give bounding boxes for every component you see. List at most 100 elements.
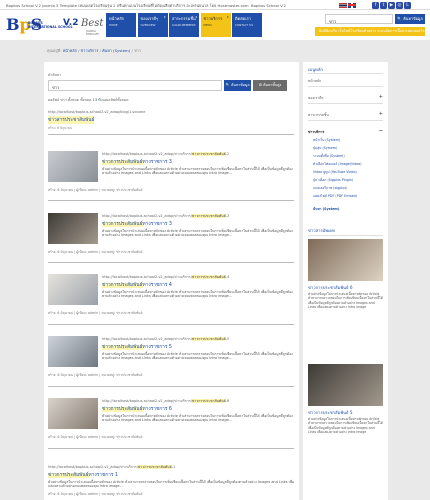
- result-meta: สร้าง: 6 มิถุนายน | ผู้เขียน: admin | หม…: [48, 373, 143, 377]
- english-flag-icon[interactable]: [348, 2, 356, 8]
- nav-item-members[interactable]: สาระกรรมชิ้น LOGIN MEMBERS ▾: [169, 13, 199, 37]
- minus-icon[interactable]: −: [379, 128, 383, 134]
- result-thumbnail[interactable]: [48, 336, 98, 367]
- result-date: สร้าง: 6 มิถุนายน: [48, 126, 73, 130]
- facebook-icon[interactable]: f: [372, 2, 379, 9]
- sidebar-subitem[interactable]: แกลเลอรี่ภาพ (sigplus): [313, 186, 383, 190]
- divider: [308, 103, 383, 104]
- sidebar-item-home[interactable]: หน้าหลัก: [308, 78, 383, 84]
- result-title[interactable]: ข่าวสารประชาสัมพันธ์: [48, 116, 95, 124]
- chevron-down-icon: ▾: [226, 15, 229, 19]
- line-icon[interactable]: L: [404, 2, 411, 9]
- news-card-image[interactable]: [308, 239, 383, 281]
- result-url[interactable]: http://localhost/bopbus-school2-v2_adap/…: [48, 464, 294, 470]
- language-switcher: [339, 2, 357, 9]
- sidebar-subitem[interactable]: ปุ่ม บล็อก (Sigplus Plugin): [313, 178, 383, 182]
- result-thumbnail[interactable]: [48, 398, 98, 429]
- result-item: http://localhost/bopbus-school2-v2_adap/…: [48, 274, 294, 321]
- result-description: ตัวอย่างข้อมูลในการนำเสนอเนื้อหาหลักของ …: [48, 480, 295, 489]
- search-label: คำค้นหา: [48, 73, 62, 77]
- result-item: http://localhost/bopbus-school2-v2_adap/…: [48, 464, 294, 497]
- sidebar-subitem-active[interactable]: ค้นหา (System): [313, 207, 383, 211]
- sidebar-subitem[interactable]: ตัวเลือกโฟลเดอร์ (Image/Video): [313, 162, 383, 166]
- result-url[interactable]: http://localhost/bopbus-school2-v2_adap/…: [48, 110, 288, 114]
- result-item: http://localhost/bopbus-school2-v2_adap/…: [48, 336, 294, 383]
- search-input[interactable]: ข่าว: [48, 80, 222, 91]
- youtube-icon[interactable]: ▶: [388, 2, 395, 9]
- social-links: f t ▶ ◎ L: [372, 2, 412, 9]
- plus-icon[interactable]: +: [379, 94, 383, 100]
- result-meta: สร้าง: 6 มิถุนายน | ผู้เขียน: admin | หม…: [48, 311, 143, 315]
- divider: [48, 200, 294, 201]
- result-url[interactable]: http://localhost/bopbus-school2-v2_adap/…: [102, 398, 294, 404]
- sidebar-news-heading: ข่าวสารอัพเดท: [308, 228, 335, 233]
- header-search-button[interactable]: 🔍 ค้นหาข้อมูล: [395, 14, 425, 24]
- result-meta: สร้าง: 6 มิถุนายน | ผู้เขียน: admin | หม…: [48, 250, 143, 254]
- result-thumbnail[interactable]: [48, 151, 98, 182]
- nav-item-overview[interactable]: ของเราดีๆ OVERVIEW ▾: [137, 13, 168, 37]
- page: Bopbus School V.2 Joomla 5 Template เทมเ…: [0, 0, 430, 500]
- sidebar-item-members[interactable]: สาระกรรมชิ้น +: [308, 111, 383, 118]
- result-title[interactable]: ข่าวการประสัมพันธ์ทางราชการ 1: [48, 471, 294, 479]
- divider: [48, 262, 294, 263]
- sidebar-subitem[interactable]: ระบบตั้งชื่อ (System): [313, 154, 383, 158]
- result-thumbnail[interactable]: [48, 274, 98, 305]
- result-title[interactable]: ข่าวการประสัมพันธ์ทางราชการ 3: [102, 158, 294, 166]
- sidebar-item-overview[interactable]: ของเราดีๆ +: [308, 94, 383, 101]
- divider: [308, 235, 383, 236]
- thai-flag-icon[interactable]: [339, 2, 347, 8]
- result-url[interactable]: http://localhost/bopbus-school2-v2_adap/…: [102, 213, 294, 219]
- result-description: ตัวอย่างข้อมูลในการนำเสนอเนื้อหาหลักของ …: [102, 414, 293, 423]
- result-title[interactable]: ข่าวการประสัมพันธ์ทางราชการ 3: [102, 220, 294, 228]
- result-description: ตัวอย่างข้อมูลในการนำเสนอเนื้อหาหลักของ …: [102, 167, 293, 176]
- news-card-title[interactable]: ข่าวการประชาสัมพันธ์ 5: [308, 409, 383, 416]
- breadcrumb-search[interactable]: ค้นหา (System): [102, 48, 130, 53]
- logo-version: V.2: [63, 18, 79, 28]
- breadcrumb-current: ข่าว: [133, 48, 141, 53]
- news-card-description: ตัวอย่างข้อมูลในการนำเสนอเนื้อหาหลักของ …: [308, 292, 383, 309]
- advanced-search-button[interactable]: ⚙ ค้นหาขั้นสูง: [253, 80, 287, 91]
- divider: [48, 448, 294, 449]
- result-url[interactable]: http://localhost/bopbus-school2-v2_adap/…: [102, 274, 294, 280]
- sidebar-subitem[interactable]: แสดงไฟล์ PDF (PDF Embed): [313, 194, 383, 198]
- news-card-title[interactable]: ข่าวการประชาสัมพันธ์ 6: [308, 284, 383, 291]
- news-card-description: ตัวอย่างข้อมูลในการนำเสนอเนื้อหาหลักของ …: [308, 417, 383, 434]
- breadcrumb-news[interactable]: ข่าวบริการ: [81, 48, 99, 53]
- result-item: http://localhost/bopbus-school2-v2_adap/…: [48, 213, 294, 260]
- sidebar-subitem[interactable]: หน้าเว็บ (System): [313, 138, 383, 142]
- divider: [48, 386, 294, 387]
- result-thumbnail[interactable]: [48, 213, 98, 244]
- top-bar-site[interactable]: Bopbus School V.2: [251, 3, 286, 8]
- chevron-down-icon: ▾: [195, 15, 197, 19]
- result-title[interactable]: ข่าวการประสัมพันธ์ทางราชการ 5: [102, 343, 294, 351]
- header-search-input[interactable]: ข่าว: [325, 14, 393, 24]
- plus-icon[interactable]: +: [379, 111, 383, 117]
- sidebar-item-news[interactable]: ข่าวบริการ −: [308, 128, 383, 135]
- sidebar-subitem[interactable]: ปุ่มสุ่ม (System): [313, 146, 383, 150]
- result-description: ตัวอย่างข้อมูลในการนำเสนอเนื้อหาหลักของ …: [102, 290, 293, 299]
- site-logo[interactable]: BpS BOPBUS INTERNATIONAL SCHOOL V.2 Best…: [6, 15, 103, 39]
- result-item: http://localhost/bopbus-school2-v2_adap/…: [48, 110, 288, 131]
- result-title[interactable]: ข่าวการประสัมพันธ์ทางราชการ 4: [102, 281, 294, 289]
- result-summary: ผลลัพธ์ ข่าว ทั้งหมด ทั้งหมด 13 ที่เจอผล…: [48, 98, 129, 102]
- instagram-icon[interactable]: ◎: [396, 2, 403, 9]
- divider: [48, 324, 294, 325]
- result-url[interactable]: http://localhost/bopbus-school2-v2_adap/…: [102, 336, 294, 342]
- result-title[interactable]: ข่าวการประสัมพันธ์ทางราชการ 6: [102, 405, 294, 413]
- nav-item-home[interactable]: หน้าหลัก HOME: [106, 13, 136, 37]
- news-card[interactable]: ข่าวการประชาสัมพันธ์ 5 ตัวอย่างข้อมูลในก…: [308, 364, 383, 434]
- result-url[interactable]: http://localhost/bopbus-school2-v2_adap/…: [102, 151, 294, 157]
- divider: [48, 134, 294, 135]
- nav-item-contact[interactable]: ติดต่อเรา CONTACT US: [232, 13, 262, 37]
- news-card-image[interactable]: [308, 364, 383, 406]
- news-card[interactable]: ข่าวการประชาสัมพันธ์ 6 ตัวอย่างข้อมูลในก…: [308, 239, 383, 309]
- nav-item-news[interactable]: ข่าวบริการ NEWS ▾: [200, 13, 231, 37]
- search-results-panel: คำค้นหา ข่าว 🔍 ค้นหาข้อมูล ⚙ ค้นหาขั้นสู…: [44, 62, 299, 500]
- breadcrumb-home[interactable]: หน้าหลัก: [63, 48, 77, 53]
- main-nav: หน้าหลัก HOME ของเราดีๆ OVERVIEW ▾ สาระกรรม…: [106, 13, 264, 37]
- twitter-icon[interactable]: t: [380, 2, 387, 9]
- result-meta: สร้าง: 6 มิถุนายน | ผู้เขียน: admin | หม…: [48, 188, 143, 192]
- search-button[interactable]: 🔍 ค้นหาข้อมูล: [224, 80, 251, 91]
- sidebar-menu-heading: เมนูหลัก: [308, 67, 323, 72]
- sidebar-subitem[interactable]: Video ยูทูป (YouTube Video): [313, 170, 383, 174]
